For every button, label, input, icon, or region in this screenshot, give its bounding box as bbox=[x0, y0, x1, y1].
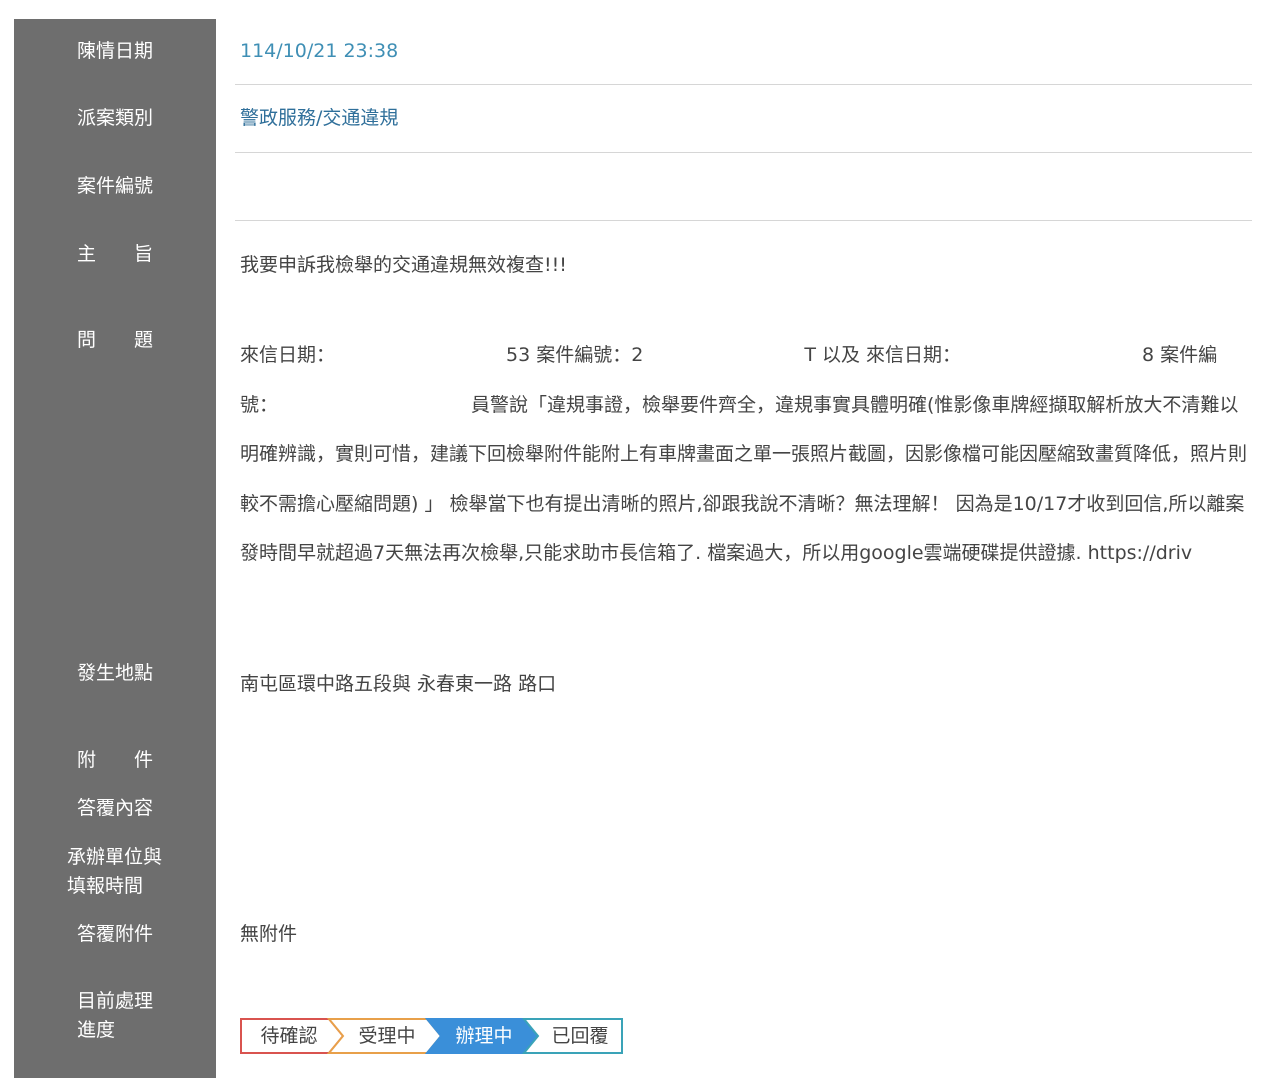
label-progress: 目前處理 進度 bbox=[77, 987, 207, 1045]
progress-steps: 待確認 受理中 辦理中 已回覆 bbox=[240, 1018, 630, 1054]
label-date: 陳情日期 bbox=[76, 40, 153, 62]
label-progress-line1: 目前處理 bbox=[77, 990, 154, 1012]
problem-part-5: 員警說「違規事證，檢舉要件齊全，違規事實具體明確(惟影像車牌經擷取解析放大不清難… bbox=[240, 393, 1248, 565]
step-accepted: 受理中 bbox=[358, 1025, 416, 1047]
step-pending: 待確認 bbox=[260, 1025, 318, 1047]
label-problem: 問 題 bbox=[76, 329, 153, 351]
label-subject: 主 旨 bbox=[76, 243, 153, 265]
row-divider bbox=[235, 152, 1252, 153]
label-reply-attachment: 答覆附件 bbox=[76, 923, 153, 945]
label-unit: 承辦單位與 填報時間 bbox=[67, 843, 207, 901]
problem-part-2: 53 案件編號：2 bbox=[506, 344, 644, 366]
value-location: 南屯區環中路五段與 永春東一路 路口 bbox=[240, 673, 557, 695]
label-category: 派案類別 bbox=[76, 107, 153, 129]
label-reply: 答覆內容 bbox=[76, 797, 153, 819]
step-replied: 已回覆 bbox=[551, 1025, 609, 1047]
value-reply-attachment: 無附件 bbox=[240, 923, 298, 945]
row-divider bbox=[235, 84, 1252, 85]
value-subject: 我要申訴我檢舉的交通違規無效複查!!! bbox=[240, 254, 567, 276]
value-date: 114/10/21 23:38 bbox=[240, 40, 399, 62]
value-problem: 來信日期： 53 案件編號：2 T 以及 來信日期： 8 案件編號： 員警說「違規事證，… bbox=[240, 331, 1248, 579]
label-attachment: 附 件 bbox=[76, 749, 153, 771]
problem-part-1: 來信日期： bbox=[240, 344, 336, 366]
row-divider bbox=[235, 220, 1252, 221]
problem-part-3: T 以及 來信日期： bbox=[804, 344, 962, 366]
value-category: 警政服務/交通違規 bbox=[240, 107, 399, 129]
label-unit-line2: 填報時間 bbox=[67, 875, 144, 897]
label-progress-line2: 進度 bbox=[77, 1019, 116, 1041]
label-case-number: 案件編號 bbox=[76, 175, 153, 197]
label-unit-line1: 承辦單位與 bbox=[67, 846, 163, 868]
step-processing: 辦理中 bbox=[455, 1025, 513, 1047]
label-location: 發生地點 bbox=[76, 662, 153, 684]
